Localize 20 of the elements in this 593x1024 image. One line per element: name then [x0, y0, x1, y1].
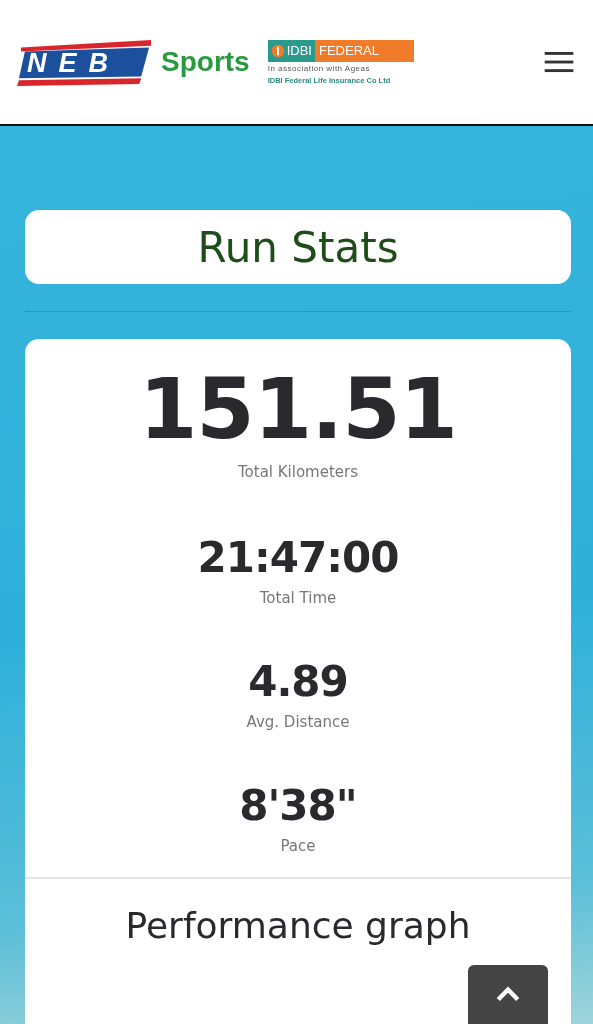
stat-label: Total Kilometers: [237, 463, 359, 481]
neb-sports-logo[interactable]: NEB Sports: [17, 38, 250, 86]
stat-value: 151.51: [138, 361, 458, 457]
stat-value: 4.89: [248, 657, 348, 707]
menu-icon[interactable]: [544, 51, 574, 73]
stat-value: 21:47:00: [197, 533, 399, 583]
page-title: Run Stats: [25, 210, 571, 284]
stat-label: Total Time: [259, 589, 337, 607]
sponsor-emblem-icon: [270, 43, 285, 58]
sponsor-tagline: In association with Ageas: [267, 63, 372, 73]
stat-label: Avg. Distance: [246, 713, 350, 731]
scroll-top-button[interactable]: [468, 965, 548, 1024]
chevron-up-icon: [495, 985, 521, 1003]
logo-word: Sports: [161, 46, 250, 78]
sponsor-name-left: IDBI: [286, 43, 312, 58]
stat-label: Pace: [280, 837, 316, 855]
section-title: Performance graph: [125, 905, 471, 946]
logo-mark: NEB: [27, 48, 120, 78]
sponsor-name-right: FEDERAL: [315, 39, 414, 62]
stat-value: 8'38": [239, 781, 357, 831]
